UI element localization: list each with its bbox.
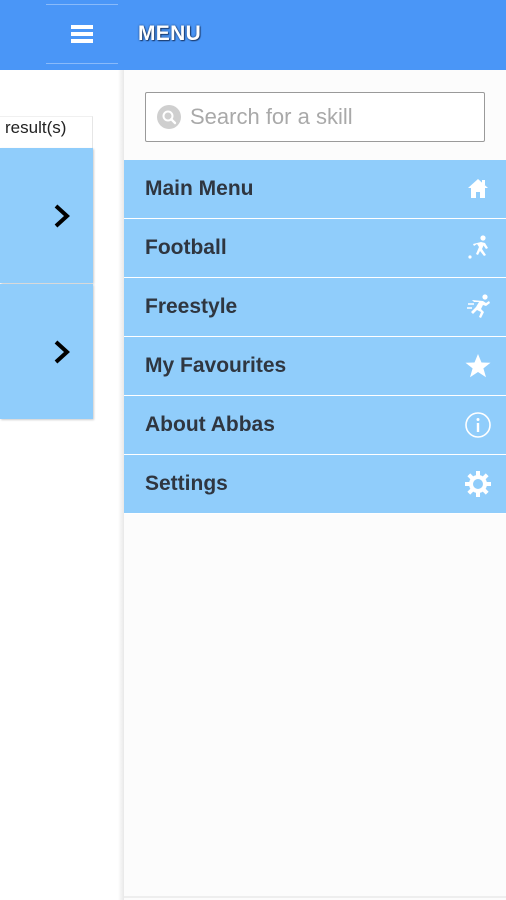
menu-toggle-button[interactable] bbox=[46, 4, 118, 64]
search-icon bbox=[157, 105, 181, 129]
star-icon bbox=[465, 354, 491, 378]
result-count-label: result(s) bbox=[0, 116, 93, 148]
menu-item-my-favourites[interactable]: My Favourites bbox=[124, 337, 506, 396]
menu-item-label: My Favourites bbox=[145, 354, 287, 377]
result-card[interactable] bbox=[0, 284, 93, 419]
info-icon bbox=[465, 412, 491, 438]
drawer-menu-list: Main Menu Football Freestyle My Favourit… bbox=[124, 160, 506, 514]
app-bar: MENU bbox=[0, 0, 506, 70]
menu-item-label: Football bbox=[145, 236, 227, 259]
menu-item-about-abbas[interactable]: About Abbas bbox=[124, 396, 506, 455]
search-box[interactable] bbox=[145, 92, 485, 142]
menu-item-label: Freestyle bbox=[145, 295, 238, 318]
chevron-right-icon bbox=[54, 340, 70, 364]
freestyle-player-icon bbox=[467, 294, 490, 318]
search-input[interactable] bbox=[190, 104, 480, 130]
gear-icon bbox=[465, 471, 491, 497]
results-page: result(s) bbox=[0, 70, 124, 900]
navigation-drawer: Main Menu Football Freestyle My Favour bbox=[124, 70, 506, 900]
home-icon bbox=[468, 179, 488, 198]
football-player-icon bbox=[468, 235, 488, 259]
menu-item-main-menu[interactable]: Main Menu bbox=[124, 160, 506, 219]
menu-item-football[interactable]: Football bbox=[124, 219, 506, 278]
hamburger-menu-icon bbox=[71, 25, 93, 43]
menu-item-label: Main Menu bbox=[145, 177, 254, 200]
menu-item-label: About Abbas bbox=[145, 413, 275, 436]
chevron-right-icon bbox=[54, 204, 70, 228]
app-bar-title: MENU bbox=[138, 22, 202, 45]
menu-item-label: Settings bbox=[145, 472, 228, 495]
menu-item-freestyle[interactable]: Freestyle bbox=[124, 278, 506, 337]
drawer-bottom-divider bbox=[124, 896, 506, 898]
menu-item-settings[interactable]: Settings bbox=[124, 455, 506, 514]
result-card[interactable] bbox=[0, 148, 93, 283]
